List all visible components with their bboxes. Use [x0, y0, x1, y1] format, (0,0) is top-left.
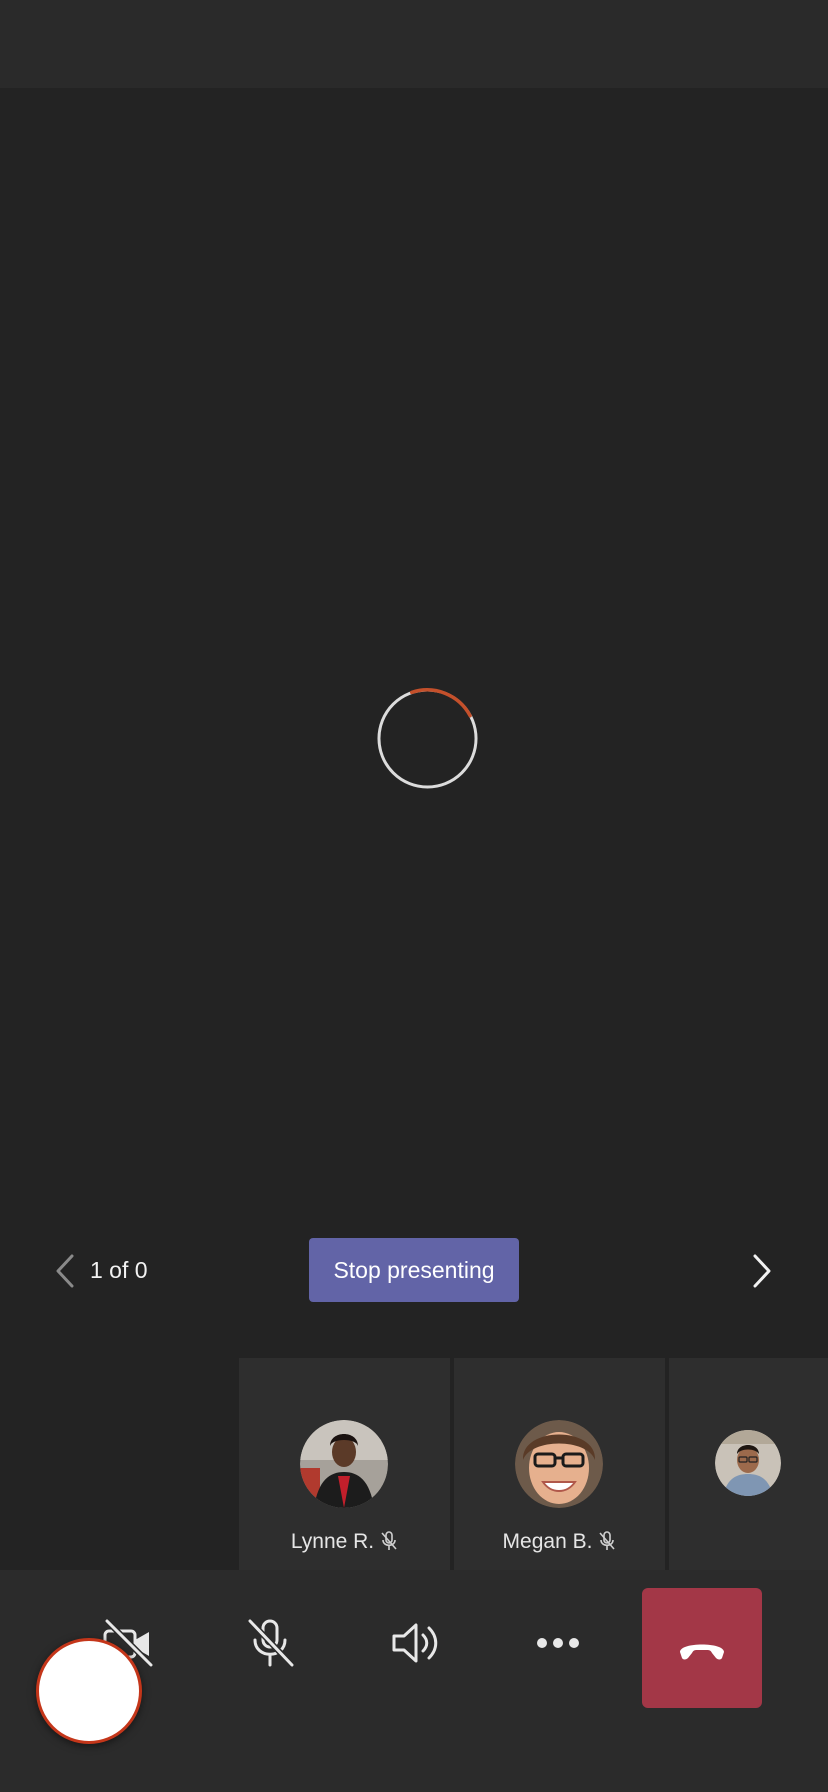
more-options-button[interactable] [523, 1608, 593, 1678]
chevron-left-icon[interactable] [48, 1252, 82, 1290]
speaker-button[interactable] [379, 1608, 449, 1678]
participant-tile-megan[interactable]: Megan B. [454, 1358, 665, 1570]
more-icon [537, 1638, 579, 1648]
avatar [515, 1420, 603, 1508]
participant-roster: Lynne R. Megan B. [0, 1358, 828, 1570]
mic-off-icon [247, 1618, 295, 1668]
presentation-pager: 1 of 0 Stop presenting [0, 1238, 828, 1304]
participant-name: Megan B. [454, 1530, 665, 1554]
avatar [300, 1420, 388, 1508]
participant-tile-lynne[interactable]: Lynne R. [239, 1358, 450, 1570]
mic-off-icon [381, 1531, 397, 1550]
mic-off-icon [599, 1531, 616, 1550]
chevron-right-icon[interactable] [745, 1252, 779, 1290]
hang-up-icon [680, 1644, 724, 1660]
participant-name: Lynne R. [239, 1530, 450, 1554]
loading-spinner [377, 688, 478, 789]
end-call-button[interactable] [642, 1588, 762, 1708]
call-control-bar [0, 1570, 828, 1792]
avatar [715, 1430, 781, 1496]
page-counter: 1 of 0 [90, 1257, 148, 1283]
self-view-bubble[interactable] [36, 1638, 142, 1744]
mute-toggle-button[interactable] [235, 1608, 305, 1678]
participant-tile-third[interactable] [669, 1358, 828, 1570]
status-bar [0, 0, 828, 88]
speaker-icon [392, 1623, 438, 1663]
stop-presenting-button[interactable]: Stop presenting [309, 1238, 519, 1302]
